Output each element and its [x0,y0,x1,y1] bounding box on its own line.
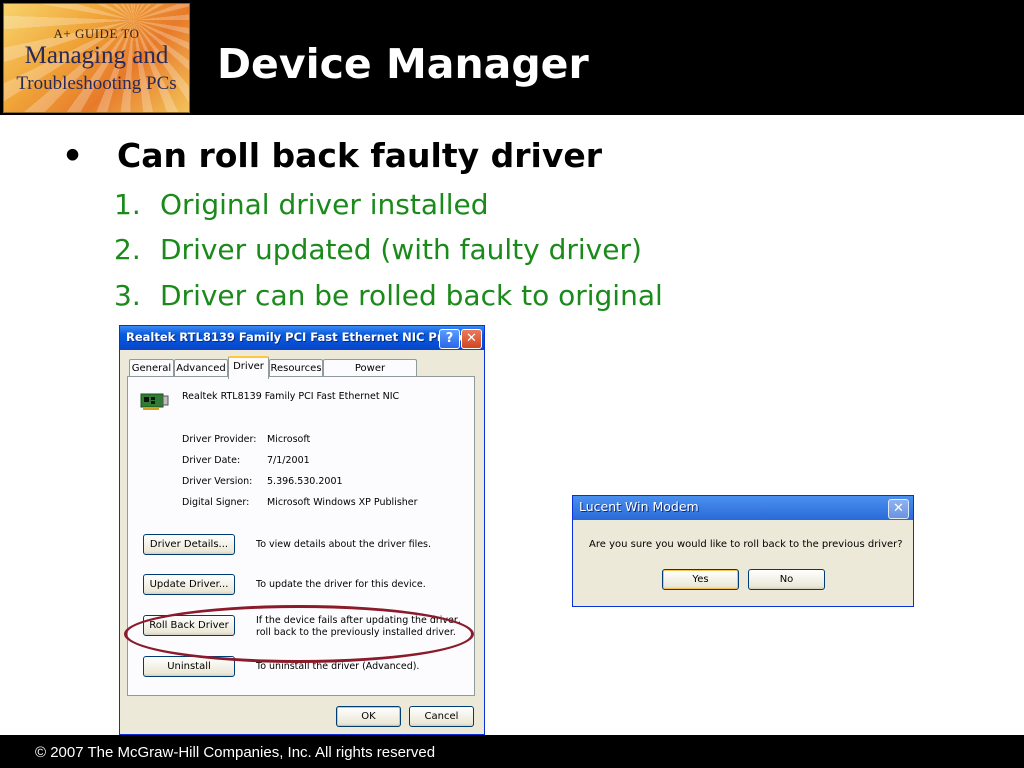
tab-power-management[interactable]: Power Management [323,359,417,391]
driver-details-button[interactable]: Driver Details... [143,534,235,555]
logo-line-1: A+ GUIDE TO [53,26,140,41]
cancel-button[interactable]: Cancel [409,706,474,727]
date-value: 7/1/2001 [267,455,310,466]
dialog-title: Realtek RTL8139 Family PCI Fast Ethernet… [126,330,480,344]
date-label: Driver Date: [182,455,241,466]
device-name: Realtek RTL8139 Family PCI Fast Ethernet… [182,391,400,402]
signer-label: Digital Signer: [182,497,250,508]
highlight-ellipse [124,605,474,663]
tab-general[interactable]: General [129,359,174,377]
tab-driver[interactable]: Driver [228,356,269,379]
slide-title: Device Manager [217,40,589,88]
provider-label: Driver Provider: [182,434,257,445]
step-item: 2. Driver updated (with faulty driver) [114,233,642,267]
version-label: Driver Version: [182,476,253,487]
step-number: 2. [114,233,141,266]
yes-button[interactable]: Yes [662,569,739,590]
tab-advanced[interactable]: Advanced [174,359,228,377]
no-button[interactable]: No [748,569,825,590]
driver-properties-dialog: Realtek RTL8139 Family PCI Fast Ethernet… [119,325,485,735]
close-button[interactable]: ✕ [461,329,482,349]
help-button[interactable]: ? [439,329,460,349]
network-card-icon [140,393,169,410]
confirm-message: Are you sure you would like to roll back… [589,539,903,550]
logo-line-3: Troubleshooting PCs [16,73,177,94]
update-driver-description: To update the driver for this device. [256,579,426,590]
version-value: 5.396.530.2001 [267,476,343,487]
bullet-text: Can roll back faulty driver [117,136,602,175]
driver-details-description: To view details about the driver files. [256,539,432,550]
copyright-text: © 2007 The McGraw-Hill Companies, Inc. A… [35,744,436,761]
step-text: Original driver installed [160,188,489,221]
update-driver-button[interactable]: Update Driver... [143,574,235,595]
confirm-title-bar[interactable]: Lucent Win Modem ✕ [573,496,913,520]
close-button[interactable]: ✕ [888,499,909,519]
tab-resources[interactable]: Resources [269,359,323,377]
step-item: 1. Original driver installed [114,188,489,222]
ok-button[interactable]: OK [336,706,401,727]
dialog-title-bar[interactable]: Realtek RTL8139 Family PCI Fast Ethernet… [120,326,484,350]
rollback-confirm-dialog: Lucent Win Modem ✕ Are you sure you woul… [572,495,914,607]
step-item: 3. Driver can be rolled back to original [114,279,663,313]
step-number: 3. [114,279,141,312]
slide-header: A+ GUIDE TO Managing and Troubleshooting… [0,0,1024,115]
step-text: Driver updated (with faulty driver) [160,233,642,266]
logo-line-2: Managing and [24,42,169,69]
book-logo: A+ GUIDE TO Managing and Troubleshooting… [3,3,190,113]
slide-footer: © 2007 The McGraw-Hill Companies, Inc. A… [0,735,1024,768]
step-text: Driver can be rolled back to original [160,279,663,312]
step-number: 1. [114,188,141,221]
bullet-dot: • [62,136,84,175]
confirm-title: Lucent Win Modem [579,499,699,514]
provider-value: Microsoft [267,434,311,445]
signer-value: Microsoft Windows XP Publisher [267,497,418,508]
